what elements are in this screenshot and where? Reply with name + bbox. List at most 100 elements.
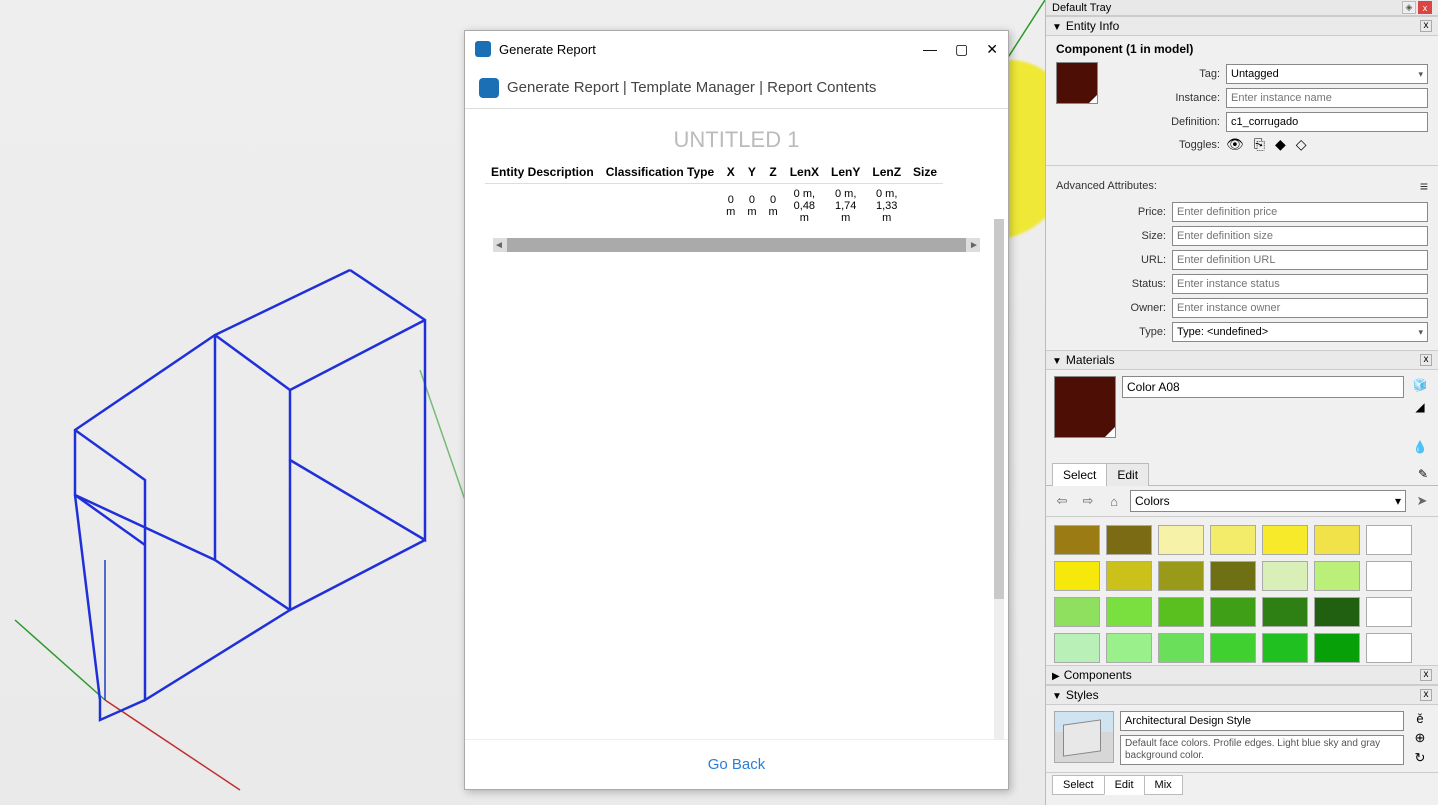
cell: 0 m: [741, 184, 762, 229]
owner-input[interactable]: [1172, 298, 1428, 318]
color-swatch[interactable]: [1262, 597, 1308, 627]
color-swatch[interactable]: [1158, 525, 1204, 555]
vertical-scrollbar[interactable]: [994, 219, 1004, 739]
color-swatch[interactable]: [1314, 525, 1360, 555]
styles-panel: Architectural Design Style Default face …: [1046, 705, 1438, 795]
tab-select[interactable]: Select: [1052, 463, 1107, 486]
tab-mix[interactable]: Mix: [1144, 775, 1183, 795]
size-label: Size:: [1056, 230, 1166, 242]
color-swatch[interactable]: [1106, 561, 1152, 591]
close-button[interactable]: ✕: [986, 41, 998, 58]
tab-select[interactable]: Select: [1052, 775, 1105, 795]
color-swatch[interactable]: [1210, 633, 1256, 663]
tray-titlebar[interactable]: Default Tray ◈ x: [1046, 0, 1438, 16]
owner-label: Owner:: [1056, 302, 1166, 314]
toggles-label: Toggles:: [1110, 139, 1220, 151]
style-name-field[interactable]: Architectural Design Style: [1120, 711, 1404, 731]
dialog-titlebar[interactable]: Generate Report — ▢ ✕: [465, 31, 1008, 67]
column-header: Classification Type: [600, 161, 720, 184]
price-input[interactable]: [1172, 202, 1428, 222]
materials-header[interactable]: ▼Materials x: [1046, 350, 1438, 370]
library-select[interactable]: Colors▾: [1130, 490, 1406, 512]
color-swatch[interactable]: [1314, 597, 1360, 627]
color-swatch[interactable]: [1106, 525, 1152, 555]
sample-paint-icon[interactable]: ✎: [1414, 463, 1432, 485]
color-swatch[interactable]: [1210, 561, 1256, 591]
pin-icon[interactable]: ◈: [1402, 1, 1416, 14]
style-update-icon[interactable]: ↻: [1415, 750, 1426, 766]
color-swatch[interactable]: [1106, 633, 1152, 663]
toggle-receive-icon[interactable]: ◇: [1296, 136, 1307, 153]
app-icon: [475, 41, 491, 57]
color-swatch[interactable]: [1262, 525, 1308, 555]
style-create-icon[interactable]: ⊕: [1415, 730, 1426, 746]
panel-close-icon[interactable]: x: [1420, 689, 1432, 701]
color-swatch[interactable]: [1366, 633, 1412, 663]
tab-edit[interactable]: Edit: [1104, 775, 1145, 795]
material-swatch[interactable]: [1056, 62, 1098, 104]
url-input[interactable]: [1172, 250, 1428, 270]
color-swatch[interactable]: [1262, 633, 1308, 663]
nav-forward-icon[interactable]: ⇨: [1078, 493, 1098, 509]
style-thumbnail[interactable]: [1054, 711, 1114, 763]
color-swatch[interactable]: [1262, 561, 1308, 591]
color-swatch[interactable]: [1314, 561, 1360, 591]
horizontal-scrollbar[interactable]: ◄ ►: [493, 238, 980, 252]
components-header[interactable]: ▶Components x: [1046, 665, 1438, 685]
panel-close-icon[interactable]: x: [1420, 20, 1432, 32]
style-description[interactable]: Default face colors. Profile edges. Ligh…: [1120, 735, 1404, 765]
scroll-left-icon[interactable]: ◄: [493, 240, 505, 251]
styles-header[interactable]: ▼Styles x: [1046, 685, 1438, 705]
toggle-visible-icon[interactable]: 👁: [1226, 136, 1244, 153]
color-swatch[interactable]: [1158, 633, 1204, 663]
nav-back-icon[interactable]: ⇦: [1052, 493, 1072, 509]
material-name-field[interactable]: Color A08: [1122, 376, 1404, 398]
color-swatch[interactable]: [1314, 633, 1360, 663]
advanced-menu-icon[interactable]: ≡: [1420, 178, 1428, 194]
entity-info-header[interactable]: ▼Entity Info x: [1046, 16, 1438, 36]
report-title: UNTITLED 1: [465, 127, 1008, 153]
url-label: URL:: [1056, 254, 1166, 266]
home-icon[interactable]: ⌂: [1104, 494, 1124, 509]
minimize-button[interactable]: —: [923, 41, 937, 58]
panel-close-icon[interactable]: x: [1420, 669, 1432, 681]
go-back-link[interactable]: Go Back: [708, 756, 766, 773]
color-swatch[interactable]: [1158, 597, 1204, 627]
color-swatch[interactable]: [1054, 597, 1100, 627]
toggle-shadows-icon[interactable]: ◆: [1275, 136, 1286, 153]
size-input[interactable]: [1172, 226, 1428, 246]
eyedropper-icon[interactable]: 💧: [1411, 438, 1429, 456]
toggle-lock-icon[interactable]: ⎘: [1254, 136, 1265, 153]
color-swatch[interactable]: [1210, 525, 1256, 555]
color-swatch[interactable]: [1054, 633, 1100, 663]
current-material-swatch[interactable]: [1054, 376, 1116, 438]
color-swatch[interactable]: [1366, 561, 1412, 591]
instance-input[interactable]: [1226, 88, 1428, 108]
type-select[interactable]: Type: <undefined>▾: [1172, 322, 1428, 342]
color-swatch[interactable]: [1106, 597, 1152, 627]
scroll-thumb[interactable]: [994, 219, 1004, 599]
color-swatch[interactable]: [1366, 525, 1412, 555]
details-icon[interactable]: ➤: [1412, 493, 1432, 509]
color-swatch[interactable]: [1054, 561, 1100, 591]
default-material-icon[interactable]: ◢: [1411, 398, 1429, 416]
cell: [600, 184, 720, 229]
cell: [485, 184, 600, 229]
create-material-icon[interactable]: 🧊: [1411, 376, 1429, 394]
status-input[interactable]: [1172, 274, 1428, 294]
maximize-button[interactable]: ▢: [955, 41, 968, 58]
style-display-icon[interactable]: ě: [1416, 711, 1423, 726]
tab-edit[interactable]: Edit: [1106, 463, 1149, 486]
color-swatch[interactable]: [1054, 525, 1100, 555]
scroll-right-icon[interactable]: ►: [968, 240, 980, 251]
definition-input[interactable]: [1226, 112, 1428, 132]
cell: 0 m, 0,48 m: [784, 184, 825, 229]
dialog-title: Generate Report: [499, 42, 923, 57]
panel-close-icon[interactable]: x: [1420, 354, 1432, 366]
scroll-thumb[interactable]: [507, 238, 966, 252]
tag-select[interactable]: Untagged▾: [1226, 64, 1428, 84]
color-swatch[interactable]: [1158, 561, 1204, 591]
color-swatch[interactable]: [1366, 597, 1412, 627]
close-icon[interactable]: x: [1418, 1, 1432, 14]
color-swatch[interactable]: [1210, 597, 1256, 627]
